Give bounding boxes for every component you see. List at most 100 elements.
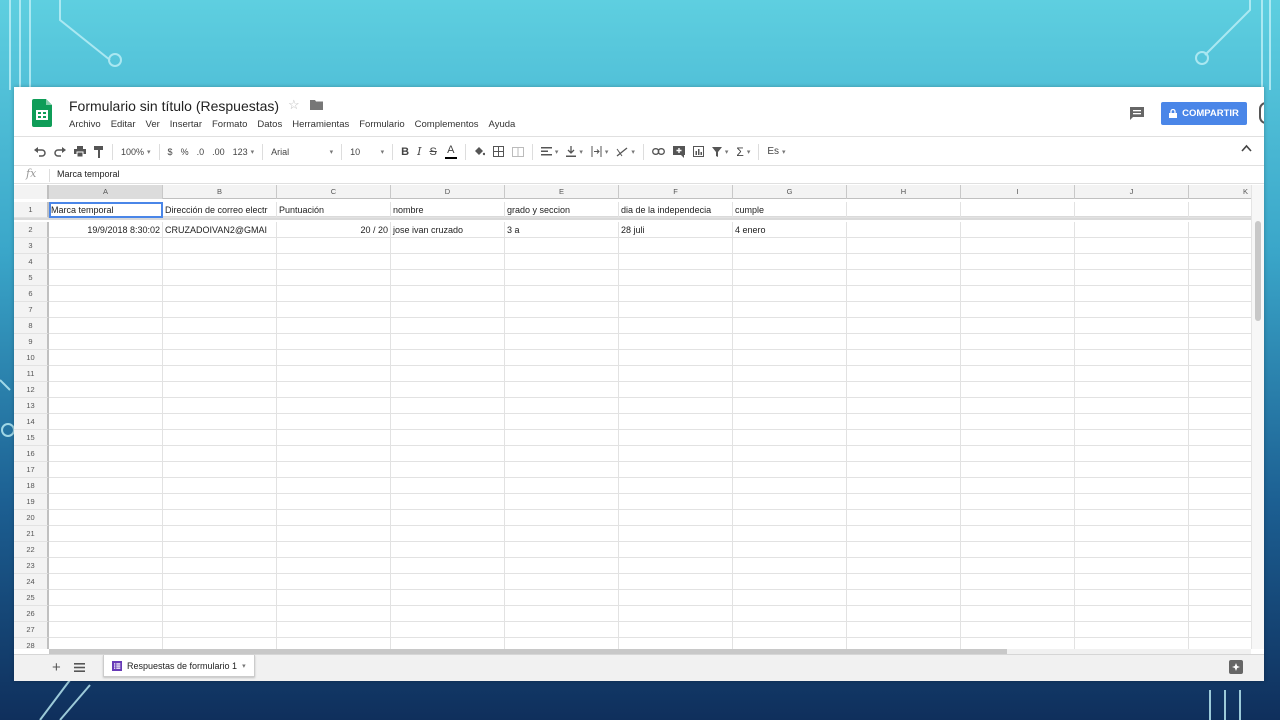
cell-e6[interactable] bbox=[505, 286, 619, 302]
cell-f26[interactable] bbox=[619, 606, 733, 622]
column-header-d[interactable]: D bbox=[391, 185, 505, 199]
cell-j2[interactable] bbox=[1075, 222, 1189, 238]
cell-g10[interactable] bbox=[733, 350, 847, 366]
cell-i7[interactable] bbox=[961, 302, 1075, 318]
cell-c6[interactable] bbox=[277, 286, 391, 302]
row-header[interactable]: 15 bbox=[14, 430, 49, 446]
cell-c9[interactable] bbox=[277, 334, 391, 350]
column-header-k[interactable]: K bbox=[1189, 185, 1251, 199]
cell-d5[interactable] bbox=[391, 270, 505, 286]
cell-c4[interactable] bbox=[277, 254, 391, 270]
cell-d25[interactable] bbox=[391, 590, 505, 606]
cell-h12[interactable] bbox=[847, 382, 961, 398]
cell-h3[interactable] bbox=[847, 238, 961, 254]
cell-i21[interactable] bbox=[961, 526, 1075, 542]
row-header[interactable]: 27 bbox=[14, 622, 49, 638]
cell-e1[interactable]: grado y seccion bbox=[505, 202, 619, 218]
cell-e25[interactable] bbox=[505, 590, 619, 606]
cell-h8[interactable] bbox=[847, 318, 961, 334]
cell-a13[interactable] bbox=[49, 398, 163, 414]
cell-d24[interactable] bbox=[391, 574, 505, 590]
cell-f5[interactable] bbox=[619, 270, 733, 286]
cell-g19[interactable] bbox=[733, 494, 847, 510]
cell-f18[interactable] bbox=[619, 478, 733, 494]
cell-b23[interactable] bbox=[163, 558, 277, 574]
cell-i26[interactable] bbox=[961, 606, 1075, 622]
cell-k2[interactable] bbox=[1189, 222, 1251, 238]
comments-icon[interactable] bbox=[1129, 106, 1145, 121]
row-header[interactable]: 17 bbox=[14, 462, 49, 478]
cell-h7[interactable] bbox=[847, 302, 961, 318]
cell-k16[interactable] bbox=[1189, 446, 1251, 462]
cell-c5[interactable] bbox=[277, 270, 391, 286]
cell-e13[interactable] bbox=[505, 398, 619, 414]
cell-a4[interactable] bbox=[49, 254, 163, 270]
cell-c15[interactable] bbox=[277, 430, 391, 446]
cell-i1[interactable] bbox=[961, 202, 1075, 218]
cell-j1[interactable] bbox=[1075, 202, 1189, 218]
row-header[interactable]: 6 bbox=[14, 286, 49, 302]
cell-h24[interactable] bbox=[847, 574, 961, 590]
undo-icon[interactable] bbox=[34, 146, 46, 157]
cell-b26[interactable] bbox=[163, 606, 277, 622]
cell-e17[interactable] bbox=[505, 462, 619, 478]
menu-datos[interactable]: Datos bbox=[257, 119, 287, 130]
cell-h13[interactable] bbox=[847, 398, 961, 414]
cell-c11[interactable] bbox=[277, 366, 391, 382]
cell-h2[interactable] bbox=[847, 222, 961, 238]
cell-a16[interactable] bbox=[49, 446, 163, 462]
fill-color-icon[interactable] bbox=[474, 146, 485, 157]
cell-k22[interactable] bbox=[1189, 542, 1251, 558]
cell-a8[interactable] bbox=[49, 318, 163, 334]
row-header[interactable]: 22 bbox=[14, 542, 49, 558]
cell-i15[interactable] bbox=[961, 430, 1075, 446]
cell-j21[interactable] bbox=[1075, 526, 1189, 542]
cell-j9[interactable] bbox=[1075, 334, 1189, 350]
menu-insertar[interactable]: Insertar bbox=[170, 119, 207, 130]
cell-c12[interactable] bbox=[277, 382, 391, 398]
cell-a28[interactable] bbox=[49, 638, 163, 649]
cell-d4[interactable] bbox=[391, 254, 505, 270]
vertical-align-icon[interactable] bbox=[566, 146, 583, 157]
cell-d10[interactable] bbox=[391, 350, 505, 366]
cell-g21[interactable] bbox=[733, 526, 847, 542]
cell-c26[interactable] bbox=[277, 606, 391, 622]
cell-i5[interactable] bbox=[961, 270, 1075, 286]
cell-h10[interactable] bbox=[847, 350, 961, 366]
cell-d7[interactable] bbox=[391, 302, 505, 318]
cell-b17[interactable] bbox=[163, 462, 277, 478]
cell-j20[interactable] bbox=[1075, 510, 1189, 526]
cell-d8[interactable] bbox=[391, 318, 505, 334]
cell-k10[interactable] bbox=[1189, 350, 1251, 366]
insert-link-icon[interactable] bbox=[651, 148, 665, 155]
sheet-tab[interactable]: Respuestas de formulario 1 ▾ bbox=[103, 655, 255, 677]
row-header[interactable]: 21 bbox=[14, 526, 49, 542]
cell-c13[interactable] bbox=[277, 398, 391, 414]
cell-b20[interactable] bbox=[163, 510, 277, 526]
cell-a23[interactable] bbox=[49, 558, 163, 574]
cell-b3[interactable] bbox=[163, 238, 277, 254]
text-color-button[interactable]: A bbox=[444, 144, 457, 159]
input-tools-select[interactable]: Es bbox=[767, 146, 785, 157]
cell-f12[interactable] bbox=[619, 382, 733, 398]
cell-f16[interactable] bbox=[619, 446, 733, 462]
cell-b16[interactable] bbox=[163, 446, 277, 462]
cell-a27[interactable] bbox=[49, 622, 163, 638]
cell-k23[interactable] bbox=[1189, 558, 1251, 574]
cell-i16[interactable] bbox=[961, 446, 1075, 462]
cell-f20[interactable] bbox=[619, 510, 733, 526]
cell-g28[interactable] bbox=[733, 638, 847, 649]
menu-ayuda[interactable]: Ayuda bbox=[489, 119, 521, 130]
row-header[interactable]: 5 bbox=[14, 270, 49, 286]
merge-cells-icon[interactable] bbox=[511, 146, 524, 157]
cell-h15[interactable] bbox=[847, 430, 961, 446]
cell-f15[interactable] bbox=[619, 430, 733, 446]
cell-g6[interactable] bbox=[733, 286, 847, 302]
cell-k25[interactable] bbox=[1189, 590, 1251, 606]
cell-b24[interactable] bbox=[163, 574, 277, 590]
font-size-select[interactable]: 10 bbox=[350, 147, 384, 157]
print-icon[interactable] bbox=[74, 146, 86, 157]
cell-e20[interactable] bbox=[505, 510, 619, 526]
decrease-decimals-button[interactable]: .0 bbox=[197, 147, 205, 157]
cell-j18[interactable] bbox=[1075, 478, 1189, 494]
